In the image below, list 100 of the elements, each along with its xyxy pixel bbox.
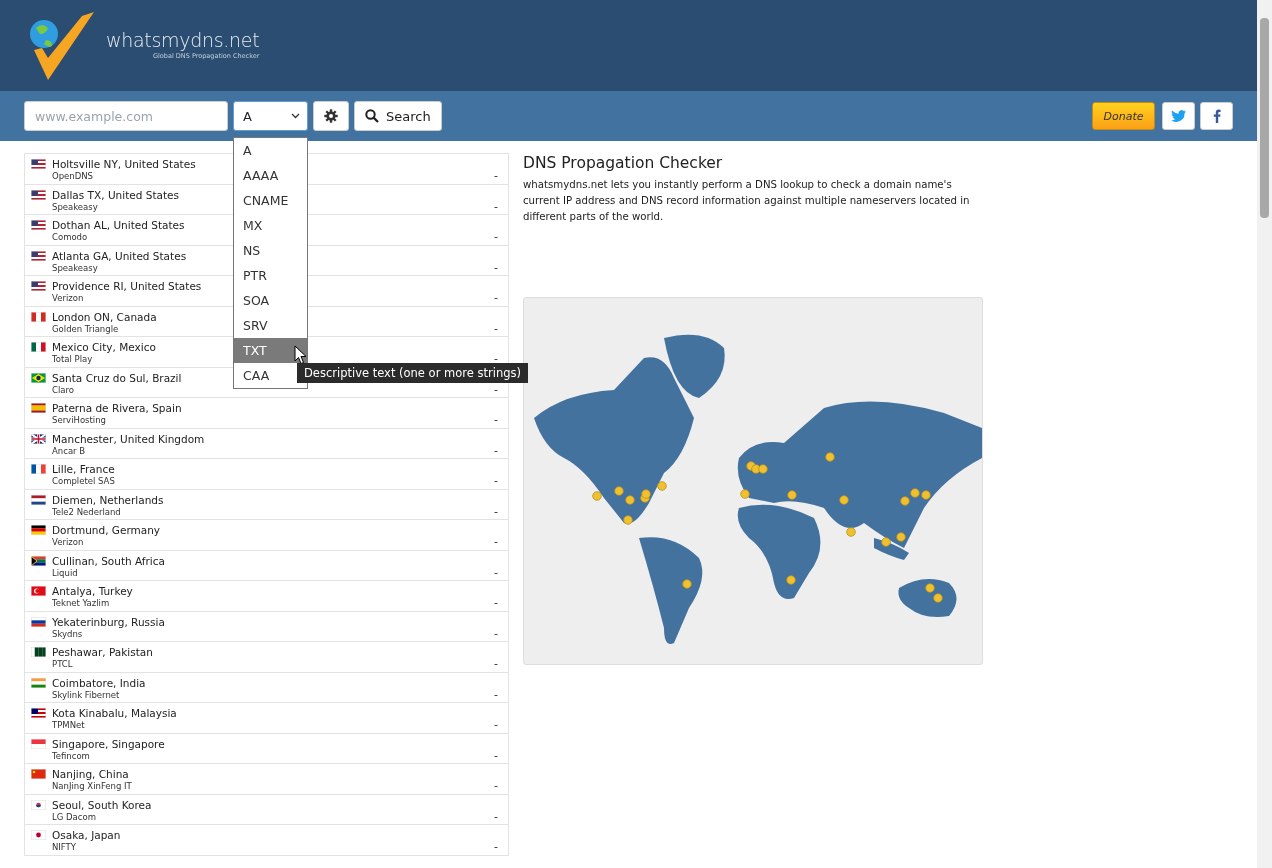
server-location: Cullinan, South Africa xyxy=(52,553,165,568)
record-type-option[interactable]: CNAME xyxy=(234,188,307,213)
intro-text: whatsmydns.net lets you instantly perform a DNS lookup to check a domain name's current IP address and DNS record information against multiple nameservers located in different parts of the world. xyxy=(523,178,971,224)
server-provider: Ancar B xyxy=(52,445,86,457)
bird-icon xyxy=(1171,110,1186,122)
server-location: Seoul, South Korea xyxy=(52,797,152,812)
record-type-option[interactable]: PTR xyxy=(234,263,307,288)
flag-icon xyxy=(31,799,46,810)
search-button[interactable]: Search xyxy=(354,101,442,131)
flag-icon xyxy=(31,464,46,474)
lookup-result: - xyxy=(494,779,498,792)
server-location: Kota Kinabalu, Malaysia xyxy=(52,706,177,720)
flag-icon xyxy=(31,586,46,596)
server-provider: ServiHosting xyxy=(52,415,106,426)
record-type-option[interactable]: AAAA xyxy=(234,163,307,188)
flag-icon xyxy=(31,494,46,505)
server-provider: NIFTY xyxy=(52,842,76,853)
lookup-result: - xyxy=(494,596,498,609)
flag-icon xyxy=(31,525,46,535)
chevron-down-icon xyxy=(291,113,300,119)
intro-heading: DNS Propagation Checker xyxy=(523,154,724,172)
lookup-result: - xyxy=(494,321,498,335)
flag-icon xyxy=(31,189,46,200)
settings-button[interactable] xyxy=(313,101,349,131)
record-type-option[interactable]: SRV xyxy=(234,313,307,338)
flag-icon xyxy=(31,677,46,688)
record-type-option[interactable]: MX xyxy=(234,213,307,238)
record-type-option[interactable]: TXT xyxy=(234,338,307,363)
site-logo-name[interactable]: whatsmydns.net xyxy=(106,29,260,51)
flag-icon xyxy=(31,372,46,383)
lookup-result: - xyxy=(494,260,498,274)
lookup-result: - xyxy=(494,687,498,701)
lookup-result: - xyxy=(494,748,498,762)
server-location: Paterna de Rivera, Spain xyxy=(52,401,182,415)
record-type-option[interactable]: SOA xyxy=(234,288,307,313)
lookup-result: - xyxy=(494,230,498,243)
record-type-option[interactable]: A xyxy=(234,138,307,163)
server-provider: Completel SAS xyxy=(52,476,115,487)
record-type-select[interactable]: A xyxy=(233,101,308,131)
lookup-result: - xyxy=(494,504,498,518)
option-tooltip: Descriptive text (one or more strings) xyxy=(297,363,528,383)
flag-icon xyxy=(31,830,46,840)
flag-icon xyxy=(31,769,46,779)
lookup-result: - xyxy=(494,169,498,182)
server-location: Yekaterinburg, Russia xyxy=(52,614,165,629)
server-location: Peshawar, Pakistan xyxy=(52,645,153,659)
server-location: Singapore, Singapore xyxy=(52,736,165,751)
flag-icon xyxy=(31,738,46,749)
server-provider: TPMNet xyxy=(52,720,85,731)
lookup-result: - xyxy=(494,382,498,396)
record-type-option[interactable]: NS xyxy=(234,238,307,263)
lookup-result: - xyxy=(494,199,498,213)
server-location: Dortmund, Germany xyxy=(52,523,161,537)
server-provider: Total Play xyxy=(52,354,93,365)
flag-icon xyxy=(31,616,46,627)
lookup-result: - xyxy=(494,840,498,853)
flag-icon xyxy=(31,220,46,230)
server-provider: Tefincom xyxy=(52,750,90,762)
server-location: Holtsville NY, United States xyxy=(52,157,196,171)
server-provider: Liquid xyxy=(52,567,78,579)
lookup-result: - xyxy=(494,352,498,365)
flag-icon xyxy=(31,311,46,322)
server-location: Dallas TX, United States xyxy=(52,187,179,202)
lookup-result: - xyxy=(494,474,498,487)
flag-icon xyxy=(31,159,46,169)
scrollbar[interactable] xyxy=(1257,0,1272,868)
server-provider: NanJing XinFeng IT xyxy=(52,781,132,792)
server-location: Atlanta GA, United States xyxy=(52,248,187,263)
flag-icon xyxy=(31,708,46,718)
flag-icon xyxy=(31,647,46,657)
facebook-icon xyxy=(1212,109,1221,123)
flag-icon xyxy=(31,250,46,261)
twitter-button[interactable] xyxy=(1162,102,1195,130)
server-location: Osaka, Japan xyxy=(52,828,121,842)
flag-icon xyxy=(31,433,46,444)
facebook-button[interactable] xyxy=(1200,102,1233,130)
settings-icon xyxy=(324,109,338,123)
server-provider: Verizon xyxy=(52,537,84,548)
server-location: Manchester, United Kingdom xyxy=(52,431,205,446)
flag-icon xyxy=(31,342,46,352)
server-location: Providence RI, United States xyxy=(52,279,202,293)
flag-icon xyxy=(31,281,46,291)
server-provider: Claro xyxy=(52,384,74,396)
server-provider: Skydns xyxy=(52,628,83,640)
server-provider: Golden Triangle xyxy=(52,323,119,335)
server-location: Coimbatore, India xyxy=(52,675,146,690)
server-location: Nanjing, China xyxy=(52,767,129,781)
server-provider: Verizon xyxy=(52,293,84,304)
lookup-result: - xyxy=(494,809,498,823)
server-provider: Skylink Fibernet xyxy=(52,689,120,701)
lookup-result: - xyxy=(494,443,498,457)
server-provider: Tele2 Nederland xyxy=(52,506,121,518)
server-location: Santa Cruz do Sul, Brazil xyxy=(52,370,182,385)
server-provider: Speakeasy xyxy=(52,262,98,274)
search-icon xyxy=(365,109,379,123)
donate-button[interactable]: Donate xyxy=(1092,102,1155,130)
lookup-result: - xyxy=(494,565,498,579)
server-provider: Teknet Yazlim xyxy=(52,598,110,609)
domain-input-field[interactable]: www.example.com xyxy=(24,101,228,131)
server-location: London ON, Canada xyxy=(52,309,157,324)
